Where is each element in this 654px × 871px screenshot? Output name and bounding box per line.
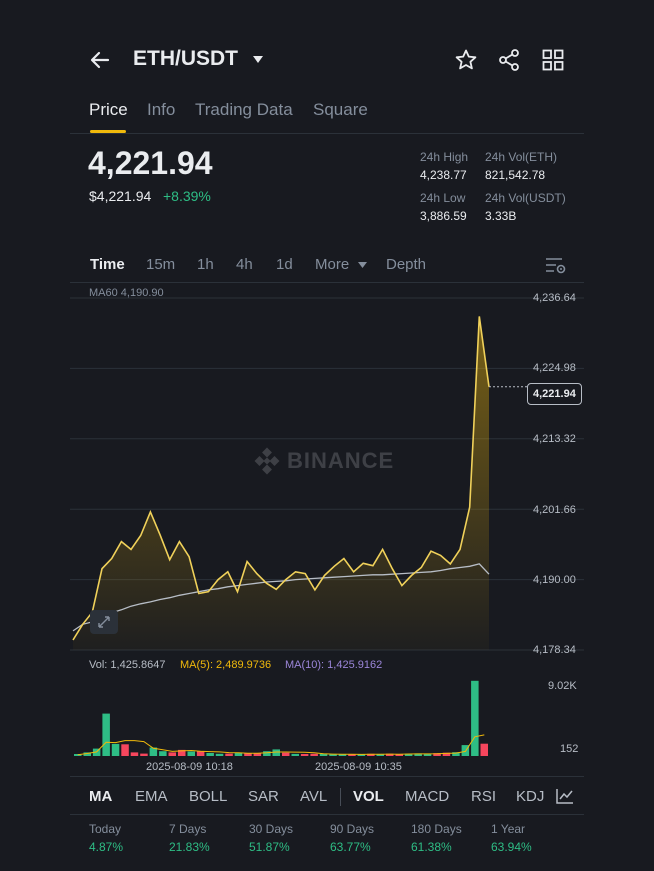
y-tick: 4,224.98: [533, 362, 576, 374]
perf-label: 30 Days: [249, 822, 294, 836]
low-label: 24h Low: [420, 191, 466, 205]
indicator-rsi[interactable]: RSI: [471, 788, 496, 805]
volume-bar: [471, 680, 479, 756]
y-tick: 4,201.66: [533, 504, 576, 516]
indicator-ema[interactable]: EMA: [135, 788, 168, 805]
caret-down-icon[interactable]: [252, 55, 264, 65]
volume-bar: [140, 753, 148, 756]
perf-value: 61.38%: [411, 840, 452, 854]
volume-bar: [263, 751, 271, 756]
volume-bar: [206, 753, 214, 756]
vol-y-tick: 9.02K: [548, 680, 577, 692]
perf-label: 90 Days: [330, 822, 375, 836]
vol-eth-label: 24h Vol(ETH): [485, 150, 558, 164]
volume-bar: [121, 744, 129, 756]
volume-bar: [480, 743, 488, 756]
y-tick: 4,178.34: [533, 644, 576, 656]
vol-y-tick: 152: [560, 743, 579, 755]
y-tick: 4,236.64: [533, 292, 576, 304]
volume-bar: [159, 751, 167, 756]
binance-watermark: BINANCE: [253, 447, 394, 475]
ma5-legend: MA(5): 2,489.9736: [180, 659, 272, 671]
indicator-chart-icon[interactable]: [555, 787, 575, 805]
tab-trading-data[interactable]: Trading Data: [195, 100, 293, 120]
perf-label: 180 Days: [411, 822, 462, 836]
ma60-legend: MA60 4,190.90: [89, 287, 164, 299]
price-change: +8.39%: [163, 188, 211, 204]
volume-bar: [310, 753, 318, 756]
vol-usdt-label: 24h Vol(USDT): [485, 191, 566, 205]
x-time-label: 2025-08-09 10:35: [315, 761, 402, 773]
volume-bar: [196, 751, 205, 756]
interval-1h[interactable]: 1h: [197, 256, 214, 273]
volume-bar: [282, 752, 290, 756]
performance-divider: [70, 814, 584, 815]
perf-value: 51.87%: [249, 840, 290, 854]
volume-bar: [168, 752, 176, 756]
perf-label: Today: [89, 822, 122, 836]
share-icon[interactable]: [497, 48, 521, 72]
back-arrow-icon[interactable]: [88, 48, 112, 72]
indicator-ma[interactable]: MA: [89, 788, 112, 805]
indicator-vol[interactable]: VOL: [353, 788, 384, 805]
indicator-boll[interactable]: BOLL: [189, 788, 227, 805]
high-label: 24h High: [420, 150, 469, 164]
top-bar: ETH/USDT: [0, 30, 654, 90]
binance-logo-icon: [254, 447, 280, 475]
interval-1d[interactable]: 1d: [276, 256, 293, 273]
high-value: 4,238.77: [420, 168, 467, 182]
perf-value: 63.94%: [491, 840, 532, 854]
interval-15m[interactable]: 15m: [146, 256, 175, 273]
tab-info[interactable]: Info: [147, 100, 175, 120]
chart-settings-icon[interactable]: [545, 256, 567, 274]
volume-bar: [291, 753, 299, 756]
interval-time[interactable]: Time: [90, 256, 125, 273]
expand-chart-button[interactable]: [90, 610, 118, 634]
volume-bar: [187, 751, 195, 756]
watermark-text: BINANCE: [287, 448, 395, 473]
expand-icon: [98, 616, 110, 628]
volume-bars: [74, 680, 488, 756]
last-price: 4,221.94: [88, 145, 213, 181]
pair-title[interactable]: ETH/USDT: [133, 47, 238, 71]
perf-value: 21.83%: [169, 840, 210, 854]
indicator-macd[interactable]: MACD: [405, 788, 449, 805]
volume-bar: [111, 743, 120, 756]
more-caret-icon[interactable]: [357, 261, 368, 269]
vol-legend: Vol: 1,425.8647: [89, 659, 166, 671]
vol-eth-value: 821,542.78: [485, 168, 546, 182]
current-price-tag: 4,221.94: [527, 383, 582, 405]
price-usd: $4,221.94: [89, 188, 152, 204]
y-tick: 4,190.00: [533, 574, 576, 586]
volume-bar: [300, 754, 309, 756]
volume-bar: [215, 753, 224, 756]
interval-4h[interactable]: 4h: [236, 256, 253, 273]
perf-label: 7 Days: [169, 822, 207, 836]
interval-depth[interactable]: Depth: [386, 256, 426, 273]
volume-ma-line: [77, 734, 485, 756]
volume-bar: [102, 713, 110, 756]
perf-label: 1 Year: [491, 822, 526, 836]
grid-menu-icon[interactable]: [541, 48, 565, 72]
volume-bar: [225, 753, 233, 756]
indicator-divider: [70, 776, 584, 777]
indicator-separator: [340, 788, 341, 806]
indicator-sar[interactable]: SAR: [248, 788, 279, 805]
indicator-avl[interactable]: AVL: [300, 788, 327, 805]
price-area: [73, 316, 489, 650]
tab-square[interactable]: Square: [313, 100, 368, 120]
perf-value: 63.77%: [330, 840, 371, 854]
interval-more[interactable]: More: [315, 256, 349, 273]
tab-price[interactable]: Price: [89, 100, 128, 120]
star-icon[interactable]: [454, 48, 478, 72]
volume-bar: [130, 752, 139, 756]
tabs-divider: [70, 133, 584, 134]
ma10-legend: MA(10): 1,425.9162: [285, 659, 383, 671]
y-tick: 4,213.32: [533, 433, 576, 445]
vol-usdt-value: 3.33B: [485, 209, 517, 223]
perf-value: 4.87%: [89, 840, 124, 854]
indicator-kdj[interactable]: KDJ: [516, 788, 544, 805]
low-value: 3,886.59: [420, 209, 467, 223]
x-time-label: 2025-08-09 10:18: [146, 761, 233, 773]
